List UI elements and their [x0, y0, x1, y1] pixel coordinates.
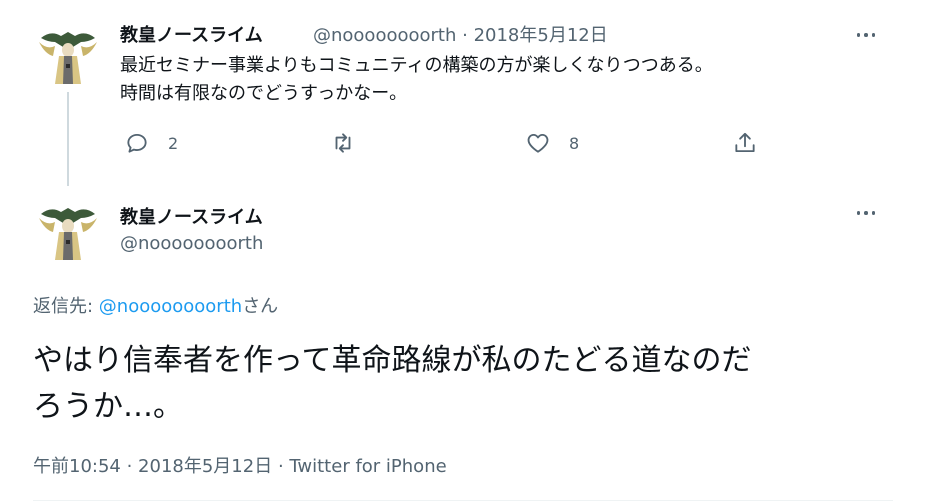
main-tweet-text-line: やはり信奉者を作って革命路線が私のたどる道なのだ — [33, 343, 752, 378]
like-count: 8 — [569, 133, 580, 153]
tweet-date[interactable]: 2018年5月12日 — [474, 25, 608, 46]
tweet-text: 最近セミナー事業よりもコミュニティの構築の方が楽しくなりつつある。 時間は有限な… — [120, 52, 713, 108]
reply-to-line: 返信先: @noooooooorthさん — [33, 292, 278, 318]
reply-to-prefix: 返信先: — [33, 296, 99, 317]
separator: · — [456, 25, 474, 46]
avatar[interactable] — [33, 20, 103, 90]
more-options-button[interactable] — [851, 25, 881, 45]
thread-connector-line — [67, 92, 69, 186]
separator: · — [120, 456, 139, 477]
author-handle[interactable]: @noooooooorth — [313, 25, 456, 46]
tweet-text-line: 時間は有限なのでどうすっかなー。 — [120, 83, 408, 104]
main-tweet-text-line: ろうか…。 — [33, 389, 183, 424]
share-button[interactable] — [732, 130, 758, 156]
avatar-image — [33, 20, 103, 90]
reply-icon — [127, 133, 147, 153]
author-handle-date: @noooooooorth · 2018年5月12日 — [313, 21, 608, 47]
divider — [33, 500, 893, 501]
reply-count: 2 — [168, 133, 179, 153]
share-icon — [735, 132, 755, 153]
retweet-icon — [335, 133, 351, 153]
author-handle[interactable]: @noooooooorth — [120, 233, 263, 254]
reply-to-suffix: さん — [242, 296, 279, 317]
retweet-button[interactable] — [330, 130, 356, 156]
author-name[interactable]: 教皇ノースライム — [120, 21, 263, 47]
main-tweet-text: やはり信奉者を作って革命路線が私のたどる道なのだ ろうか…。 — [33, 338, 893, 430]
avatar[interactable] — [33, 196, 103, 266]
more-options-button[interactable] — [851, 203, 881, 223]
more-icon — [856, 211, 861, 215]
like-icon — [527, 133, 549, 153]
tweet-time[interactable]: 午前10:54 — [33, 456, 121, 477]
author-name[interactable]: 教皇ノースライム — [120, 203, 263, 229]
tweet-metadata: 午前10:54 · 2018年5月12日 · Twitter for iPhon… — [33, 452, 447, 478]
reply-button[interactable]: 2 — [124, 130, 178, 156]
more-icon — [856, 33, 861, 37]
reply-to-handle-link[interactable]: @noooooooorth — [99, 296, 242, 317]
separator: · — [272, 456, 290, 477]
like-button[interactable]: 8 — [525, 130, 579, 156]
tweet-source[interactable]: Twitter for iPhone — [289, 456, 446, 477]
avatar-image — [33, 196, 103, 266]
tweet-text-line: 最近セミナー事業よりもコミュニティの構築の方が楽しくなりつつある。 — [120, 55, 713, 76]
tweet-date[interactable]: 2018年5月12日 — [138, 456, 272, 477]
